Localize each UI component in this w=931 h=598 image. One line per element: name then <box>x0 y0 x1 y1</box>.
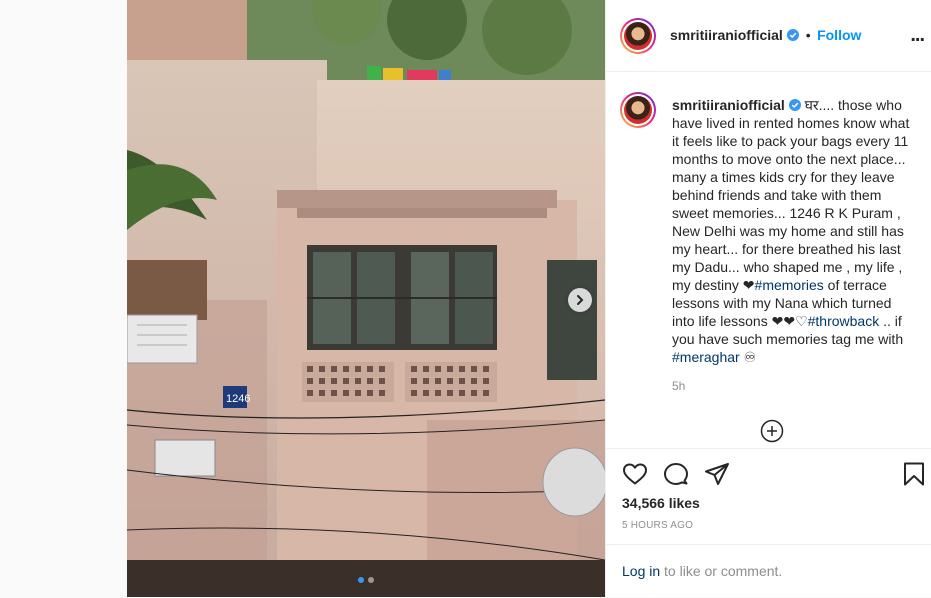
load-more-comments-button[interactable] <box>760 419 784 448</box>
follow-button[interactable]: Follow <box>817 27 861 43</box>
post-side-panel: smritiiraniofficial • Follow ... smritii… <box>605 0 931 597</box>
caption-text-4: ♾ <box>739 349 757 365</box>
carousel-dot-active <box>358 577 364 583</box>
comment-icon <box>664 463 688 485</box>
header-username[interactable]: smritiiraniofficial <box>670 27 783 43</box>
caption-avatar-image <box>624 96 652 124</box>
verified-badge-icon <box>788 99 801 111</box>
login-link[interactable]: Log in <box>622 563 660 579</box>
save-button[interactable] <box>903 462 925 491</box>
chevron-right-icon <box>577 295 584 305</box>
hashtag-link[interactable]: #meraghar <box>672 349 740 365</box>
caption-timestamp[interactable]: 5h <box>672 379 685 393</box>
add-circle-icon <box>760 419 784 443</box>
caption-username[interactable]: smritiiraniofficial <box>672 97 785 113</box>
comment-button[interactable] <box>663 462 689 491</box>
post-caption: smritiiraniofficial घर.... those who hav… <box>672 96 917 366</box>
bookmark-icon <box>904 462 924 486</box>
share-button[interactable] <box>704 462 730 491</box>
post-date[interactable]: 5 HOURS AGO <box>622 520 693 531</box>
caption-avatar[interactable] <box>620 92 656 128</box>
carousel-dot <box>368 577 374 583</box>
follow-separator: • <box>805 27 811 43</box>
login-prompt: Log in to like or comment. <box>606 544 931 597</box>
hashtag-link[interactable]: #memories <box>755 277 824 293</box>
hashtag-link[interactable]: #throwback <box>808 313 880 329</box>
building-photo: 1246 <box>127 0 605 597</box>
house-number-text: 1246 <box>226 393 250 405</box>
post-image[interactable]: 1246 <box>127 0 605 597</box>
post-header: smritiiraniofficial • Follow ... <box>606 0 931 72</box>
avatar[interactable] <box>620 18 656 54</box>
share-icon <box>705 463 729 485</box>
carousel-indicator <box>358 577 374 583</box>
caption-text-1: घर.... those who have lived in rented ho… <box>672 97 910 293</box>
avatar-image <box>624 22 652 50</box>
like-button[interactable] <box>622 462 648 491</box>
heart-icon <box>623 463 647 485</box>
login-prompt-text: to like or comment. <box>660 563 783 579</box>
more-options-icon[interactable]: ... <box>910 24 925 47</box>
likes-count[interactable]: 34,566 likes <box>622 495 700 511</box>
next-slide-button[interactable] <box>568 288 592 312</box>
header-user-row: smritiiraniofficial • Follow <box>670 27 861 45</box>
verified-badge-icon <box>787 29 800 41</box>
